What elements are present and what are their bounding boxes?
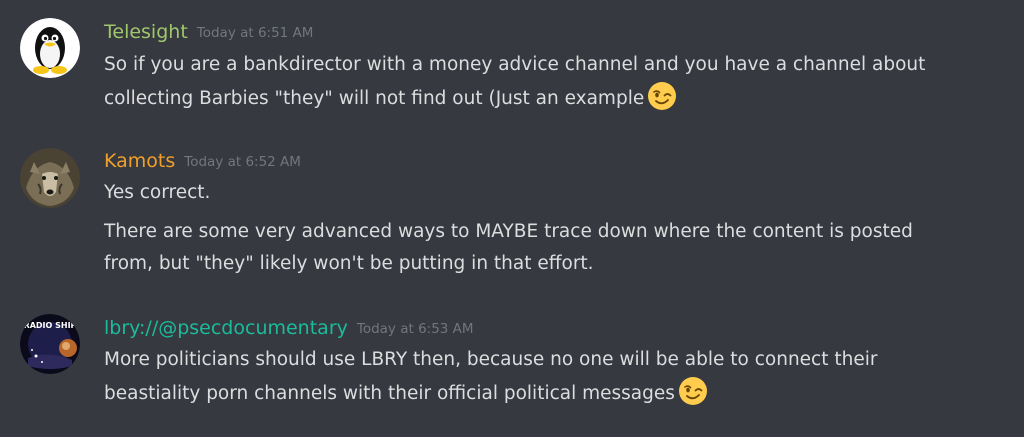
message-timestamp: Today at 6:51 AM	[196, 25, 314, 41]
message-line: So if you are a bankdirector with a mone…	[104, 54, 926, 75]
message-content: So if you are a bankdirector with a mone…	[104, 49, 1004, 115]
message-content: There are some very advanced ways to MAY…	[104, 216, 1004, 280]
author-name[interactable]: Kamots	[104, 150, 175, 172]
message-line: There are some very advanced ways to MAY…	[104, 221, 913, 242]
message-timestamp: Today at 6:52 AM	[184, 154, 301, 170]
wolf-avatar[interactable]	[20, 148, 80, 208]
message-line: collecting Barbies "they" will not find …	[104, 81, 1004, 115]
message-line: beastiality porn channels with their off…	[104, 376, 1004, 410]
message-line: from, but "they" likely won't be putting…	[104, 253, 594, 274]
author-name[interactable]: Telesight	[104, 21, 188, 43]
message-timestamp: Today at 6:53 AM	[356, 321, 474, 337]
winking-face-emoji-icon	[678, 376, 708, 406]
penguin-avatar[interactable]	[20, 18, 80, 78]
message-line: More politicians should use LBRY then, b…	[104, 349, 878, 370]
author-name[interactable]: lbry://@psecdocumentary	[104, 317, 348, 339]
message-line: Yes correct.	[104, 182, 211, 203]
avatar-text: RADIO SHIP	[24, 321, 77, 330]
radio-ship-avatar[interactable]: RADIO SHIP	[20, 314, 80, 374]
chat-messages: Telesight Today at 6:51 AM So if you are …	[0, 0, 1024, 437]
winking-face-emoji-icon	[647, 81, 677, 111]
message-content: Yes correct.	[104, 177, 1004, 209]
message-content: More politicians should use LBRY then, b…	[104, 344, 1004, 410]
